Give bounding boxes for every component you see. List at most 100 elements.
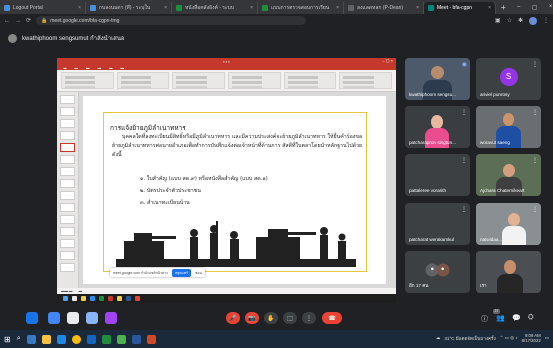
hide-banner-button[interactable]: ซ่อน <box>195 270 202 276</box>
sharing-text: meet.google.com กำลังแชร์หน้าต่าง <box>113 270 168 275</box>
tray-icons[interactable]: ⌃ ▭ ◎ ♪ <box>500 335 518 341</box>
word-icon[interactable] <box>131 334 141 344</box>
browser-tab-strip: Logout Portal × กบลงนมดา (ที่) - ระบุใน … <box>0 0 553 14</box>
slide-thumb <box>60 95 75 104</box>
activities-icon[interactable]: ⛭ <box>528 314 534 322</box>
people-icon[interactable]: 👥 <box>496 314 505 322</box>
line-icon[interactable] <box>116 334 126 344</box>
leave-call-button[interactable]: ☎ <box>322 312 342 324</box>
app-icon[interactable] <box>48 312 60 324</box>
close-window-button[interactable]: × <box>543 4 553 10</box>
ribbon-tab: ▬ <box>86 65 90 70</box>
forward-icon[interactable]: → <box>15 18 21 24</box>
windows-start-icon[interactable]: ⊞ <box>4 335 11 344</box>
participant-tile[interactable]: ⋮ natwidaa... <box>476 203 541 245</box>
browser-tab[interactable]: ลงแลดหลก (P-Dean) × <box>344 2 424 14</box>
close-icon[interactable]: × <box>250 5 253 11</box>
participant-tile[interactable]: ⋮ pattaleree vorarith <box>405 154 470 196</box>
slide: การแจ้งย้ายภูมิลำเนาทหาร บุคคลใดที่ลงทะเ… <box>83 96 386 284</box>
browser-tab[interactable]: Logout Portal × <box>0 2 86 14</box>
info-icon[interactable]: ⓘ <box>481 314 488 324</box>
ie-icon[interactable] <box>86 334 96 344</box>
app-icon[interactable] <box>86 312 98 324</box>
more-options-icon[interactable]: ⋮ <box>461 157 467 164</box>
search-icon[interactable]: ⌕ <box>17 335 21 343</box>
participant-tile[interactable]: ⋮ Ajchara Chaternikeart <box>476 154 541 196</box>
powerpoint-icon[interactable] <box>146 334 156 344</box>
camera-button[interactable]: 📷 <box>245 312 259 324</box>
self-view-tile[interactable]: เรา <box>476 251 541 293</box>
ribbon-group <box>339 72 393 89</box>
browser-tab[interactable]: กบลงนมดา (ที่) - ระบุใน × <box>86 2 172 14</box>
chrome-icon[interactable] <box>71 334 81 344</box>
more-options-icon[interactable]: ⋮ <box>532 157 538 164</box>
slide-thumb <box>60 263 75 272</box>
ribbon-group <box>172 72 226 89</box>
minimize-button[interactable]: – <box>511 4 527 10</box>
meet-toolbar: 🎤 📷 ✋ ⬚ ⋮ ☎ ⓘ 27 👥 💬 ⛭ <box>0 305 553 330</box>
close-icon[interactable]: × <box>488 5 491 11</box>
status-item: ▬▬ ▬ <box>61 289 73 293</box>
star-icon[interactable]: ☆ <box>507 17 512 24</box>
file-explorer-icon[interactable] <box>41 334 51 344</box>
taskbar-app-icon <box>108 296 113 301</box>
camera-permission-icon[interactable]: ▣ <box>495 17 501 24</box>
presenter-avatar <box>8 33 17 43</box>
taskbar-app-icon <box>81 296 86 301</box>
participant-tile[interactable]: ⋮ patcharapron singtun... <box>405 106 470 148</box>
slide-frame: การแจ้งย้ายภูมิลำเนาทหาร บุคคลใดที่ลงทะเ… <box>103 112 367 272</box>
slide-thumb <box>60 179 75 188</box>
app-icon[interactable] <box>105 312 117 324</box>
participant-tile[interactable]: ◉ kwathiphoom sengsu... <box>405 58 470 100</box>
mic-button[interactable]: 🎤 <box>226 312 240 324</box>
profile-avatar[interactable] <box>529 16 537 25</box>
close-icon[interactable]: × <box>416 5 419 11</box>
slide-list: ๑. ใบสำคัญ (แบบ สด.๙) หรือหนังสือสำคัญ (… <box>140 173 268 209</box>
sharing-banner: meet.google.com กำลังแชร์หน้าต่าง หยุดแช… <box>110 268 205 277</box>
more-options-icon[interactable]: ⋮ <box>461 206 467 213</box>
present-button[interactable]: ⬚ <box>283 312 297 324</box>
more-options-icon[interactable]: ⋮ <box>532 61 538 68</box>
participant-tile[interactable]: S ⋮ ariviel punrosy <box>476 58 541 100</box>
chat-icon[interactable]: 💬 <box>512 314 521 322</box>
slide-thumb <box>60 227 75 236</box>
hand-icon: ✋ <box>267 315 275 322</box>
more-options-icon[interactable]: ⋮ <box>461 109 467 116</box>
participant-name: patcharat werakamkul <box>409 237 454 242</box>
browser-tab-active[interactable]: Meet - bfa-cgpn × <box>424 2 496 14</box>
task-view-icon[interactable] <box>26 334 36 344</box>
more-options-icon[interactable]: ⋮ <box>532 109 538 116</box>
taskbar-app-icon <box>72 296 77 301</box>
reload-icon[interactable]: ⟳ <box>26 17 31 24</box>
participant-tile[interactable]: ⋮ patcharat werakamkul <box>405 203 470 245</box>
ribbon-tab: ▬ <box>120 65 125 70</box>
participant-name: kwathiphoom sengsu... <box>409 92 456 97</box>
more-options-button[interactable]: ⋮ <box>302 312 316 324</box>
close-icon[interactable]: × <box>78 5 81 11</box>
excel-icon[interactable] <box>101 334 111 344</box>
app-icon[interactable] <box>67 312 79 324</box>
clock[interactable]: 9:09 AM 8/17/2022 <box>522 333 541 343</box>
more-participants-tile[interactable]: ● ● อีก 17 คน <box>405 251 470 293</box>
windows-taskbar: ⊞ ⌕ ☁ 31°C มีแดดจัดเป็นบางครั้ง ⌃ ▭ ◎ ♪ … <box>0 330 553 348</box>
close-icon[interactable]: × <box>164 5 167 11</box>
stop-sharing-button[interactable]: หยุดแชร์ <box>171 268 192 277</box>
maximize-button[interactable]: ▢ <box>527 4 543 11</box>
edge-icon[interactable] <box>56 334 66 344</box>
url-field[interactable]: 🔒 meet.google.com/bfa-cgpn-tmg <box>36 16 307 25</box>
browser-tab[interactable]: แบบการตรวจสอบการเรียน × <box>258 2 344 14</box>
extensions-icon[interactable]: ✱ <box>518 17 523 24</box>
menu-icon[interactable]: ⋮ <box>543 17 549 24</box>
back-icon[interactable]: ← <box>4 18 10 24</box>
raise-hand-button[interactable]: ✋ <box>264 312 278 324</box>
participant-head <box>503 164 515 177</box>
caption-app-icon[interactable] <box>26 312 38 324</box>
more-options-icon[interactable]: ⋮ <box>532 206 538 213</box>
window-controls: – ▢ × <box>511 0 553 14</box>
notification-icon[interactable]: ▭ <box>545 335 549 341</box>
browser-tab[interactable]: หนังสือคลังอิงค์ - ระบบ × <box>172 2 258 14</box>
participant-tile[interactable]: ⋮ woravut saeng <box>476 106 541 148</box>
participant-head <box>503 113 514 126</box>
close-icon[interactable]: × <box>336 5 339 11</box>
new-tab-button[interactable]: + <box>496 2 511 14</box>
